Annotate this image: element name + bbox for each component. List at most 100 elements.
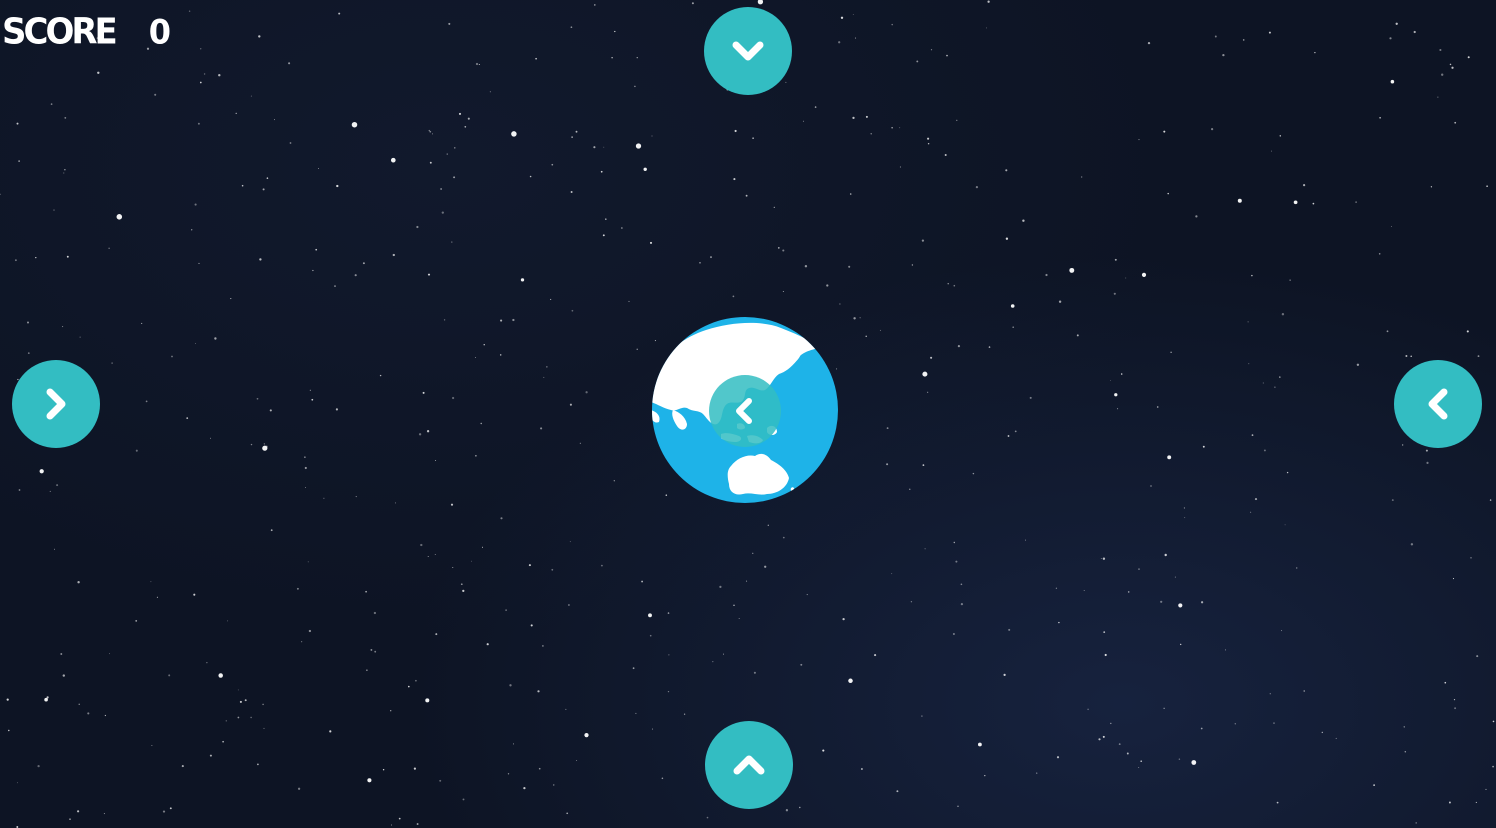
star xyxy=(413,767,416,770)
star xyxy=(764,565,767,568)
star xyxy=(636,57,638,59)
star xyxy=(262,703,264,706)
star xyxy=(1076,334,1079,337)
star xyxy=(44,697,48,702)
star xyxy=(150,581,152,583)
star xyxy=(1279,135,1282,137)
star xyxy=(719,585,722,589)
star xyxy=(1184,517,1186,519)
score-value: 0 xyxy=(148,12,171,52)
star xyxy=(712,660,714,663)
move-left-button-right[interactable] xyxy=(1394,360,1482,448)
star xyxy=(603,146,605,148)
move-up-button-bottom[interactable] xyxy=(705,721,793,809)
star xyxy=(296,587,299,590)
star xyxy=(1234,723,1237,725)
star xyxy=(957,805,959,807)
star xyxy=(135,449,138,452)
star xyxy=(1191,760,1197,765)
star xyxy=(1449,63,1452,66)
star xyxy=(427,556,429,557)
star xyxy=(111,362,113,364)
chevron-left-icon xyxy=(736,398,752,424)
star xyxy=(365,590,367,593)
star xyxy=(14,259,17,262)
star xyxy=(8,729,10,732)
star xyxy=(1295,567,1298,569)
star xyxy=(338,12,341,15)
star xyxy=(649,634,652,637)
star xyxy=(651,135,653,137)
star xyxy=(416,225,419,229)
star xyxy=(896,790,899,793)
star xyxy=(77,581,80,584)
star xyxy=(6,698,9,701)
star xyxy=(171,355,173,358)
chevron-left-icon xyxy=(1428,388,1448,420)
star xyxy=(1055,587,1058,589)
star xyxy=(757,0,764,5)
star xyxy=(443,319,446,321)
star xyxy=(199,48,202,50)
star xyxy=(1451,66,1454,69)
star xyxy=(454,147,456,149)
star xyxy=(1242,39,1245,41)
star xyxy=(1413,30,1416,34)
star xyxy=(1125,277,1127,279)
star xyxy=(891,573,893,575)
star xyxy=(235,112,237,115)
star xyxy=(570,191,573,193)
star xyxy=(481,546,484,548)
star xyxy=(1391,499,1394,502)
star xyxy=(39,469,44,474)
star xyxy=(947,283,949,285)
star xyxy=(911,264,914,266)
star xyxy=(853,317,856,320)
star xyxy=(767,524,769,526)
star xyxy=(429,130,432,133)
star xyxy=(1167,455,1172,460)
move-right-button-left[interactable] xyxy=(12,360,100,448)
star xyxy=(910,601,913,603)
star xyxy=(475,455,477,457)
star xyxy=(513,743,514,745)
star xyxy=(315,248,318,251)
star xyxy=(567,604,570,606)
star xyxy=(162,810,166,813)
star xyxy=(1178,603,1183,608)
star xyxy=(237,689,239,691)
star xyxy=(1289,279,1291,281)
star xyxy=(257,763,259,766)
star xyxy=(1268,31,1271,34)
star xyxy=(1405,355,1408,357)
star xyxy=(621,227,623,229)
star xyxy=(1104,653,1107,657)
star xyxy=(1250,511,1252,513)
star xyxy=(1014,430,1017,433)
star xyxy=(486,643,489,646)
star xyxy=(265,445,268,448)
star xyxy=(921,239,925,242)
star xyxy=(288,62,291,65)
star xyxy=(1386,330,1389,333)
star xyxy=(1284,524,1286,526)
star xyxy=(480,422,482,425)
star xyxy=(1454,121,1457,124)
star xyxy=(323,497,325,499)
star xyxy=(537,690,540,693)
star xyxy=(1247,321,1249,323)
star xyxy=(1373,784,1375,786)
star xyxy=(311,398,314,401)
star xyxy=(509,684,512,687)
star xyxy=(425,698,430,703)
star xyxy=(641,580,644,583)
star xyxy=(1389,37,1392,40)
star xyxy=(50,103,53,105)
star xyxy=(1113,292,1116,295)
star xyxy=(63,172,65,174)
star xyxy=(575,130,578,133)
star xyxy=(450,503,454,506)
star xyxy=(304,466,307,470)
star xyxy=(1475,801,1477,803)
move-down-button-top[interactable] xyxy=(704,7,792,95)
